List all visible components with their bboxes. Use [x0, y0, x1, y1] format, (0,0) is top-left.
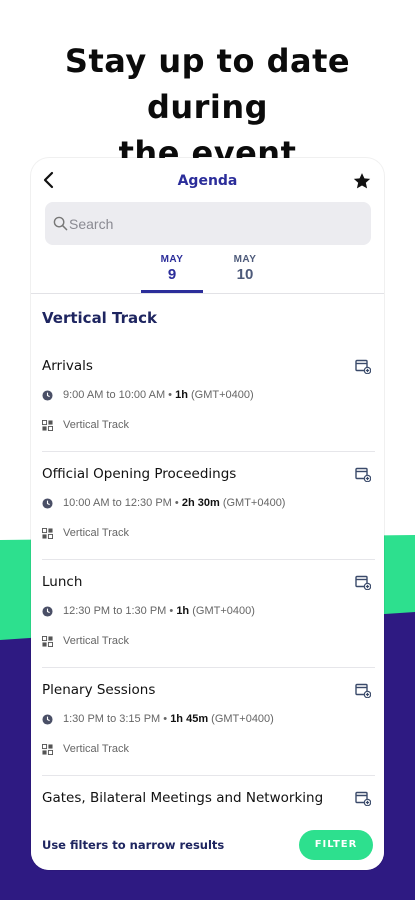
search-input[interactable]: [69, 202, 359, 245]
add-to-calendar-icon[interactable]: [355, 358, 371, 374]
time-range: 12:30 PM to 1:30 PM: [63, 605, 167, 617]
track-text: Vertical Track: [63, 743, 130, 755]
session-title: Official Opening Proceedings: [42, 466, 237, 482]
filter-button[interactable]: FILTER: [299, 830, 373, 860]
tab-may-9[interactable]: MAY 9: [141, 254, 203, 283]
time-range: 1:30 PM to 3:15 PM: [63, 713, 161, 725]
divider: [42, 451, 375, 452]
tab-month: MAY: [233, 254, 257, 265]
search-bar[interactable]: [45, 202, 371, 245]
add-to-calendar-icon[interactable]: [355, 466, 371, 482]
date-tabs: MAY 9 MAY 10: [31, 254, 384, 294]
session-title: Gates, Bilateral Meetings and Networking: [42, 790, 324, 806]
tab-month: MAY: [160, 254, 184, 265]
time-range: 10:00 AM to 12:30 PM: [63, 497, 172, 509]
add-to-calendar-icon[interactable]: [355, 574, 371, 590]
clock-icon: [42, 606, 53, 617]
track-text: Vertical Track: [63, 419, 130, 431]
clock-icon: [42, 498, 53, 509]
add-to-calendar-icon[interactable]: [355, 682, 371, 698]
time-text: 1:30 PM to 3:15 PM • 1h 45m (GMT+0400): [63, 713, 274, 725]
track-text: Vertical Track: [63, 635, 130, 647]
session-title: Arrivals: [42, 358, 93, 374]
timezone: (GMT+0400): [211, 713, 274, 725]
tab-day: 9: [167, 266, 177, 283]
duration: 1h 45m: [170, 713, 209, 725]
clock-icon: [42, 714, 53, 725]
top-bar: Agenda: [31, 158, 384, 202]
time-text: 9:00 AM to 10:00 AM • 1h (GMT+0400): [63, 389, 254, 401]
time-text: 10:00 AM to 12:30 PM • 2h 30m (GMT+0400): [63, 497, 286, 509]
session-item[interactable]: Official Opening Proceedings 10:00 AM to…: [42, 466, 375, 574]
divider: [42, 775, 375, 776]
section-title: Vertical Track: [42, 309, 158, 327]
duration: 1h: [175, 389, 188, 401]
divider: [42, 667, 375, 668]
duration: 2h 30m: [181, 497, 220, 509]
track-text: Vertical Track: [63, 527, 130, 539]
room-icon: [42, 744, 53, 755]
headline-line-1: Stay up to date during: [64, 42, 351, 126]
session-title: Plenary Sessions: [42, 682, 156, 698]
time-range: 9:00 AM to 10:00 AM: [63, 389, 166, 401]
duration: 1h: [176, 605, 190, 617]
room-icon: [42, 636, 53, 647]
phone-screen: Agenda MAY 9 MAY 10 Vertical Track Arriv…: [31, 158, 384, 870]
session-title: Lunch: [42, 574, 83, 590]
search-icon: [53, 216, 68, 231]
tab-may-10[interactable]: MAY 10: [214, 254, 276, 283]
filter-footer: Use filters to narrow results FILTER: [31, 814, 384, 870]
timezone: (GMT+0400): [222, 497, 286, 509]
timezone: (GMT+0400): [191, 389, 254, 401]
clock-icon: [42, 390, 53, 401]
session-item[interactable]: Plenary Sessions 1:30 PM to 3:15 PM • 1h…: [42, 682, 375, 790]
filter-hint: Use filters to narrow results: [42, 838, 225, 852]
time-text: 12:30 PM to 1:30 PM • 1h (GMT+0400): [63, 605, 255, 617]
divider: [42, 559, 375, 560]
page-title: Agenda: [177, 173, 238, 189]
headline: Stay up to date during the event: [0, 38, 415, 176]
room-icon: [42, 420, 53, 431]
session-item[interactable]: Lunch 12:30 PM to 1:30 PM • 1h (GMT+0400…: [42, 574, 375, 682]
add-to-calendar-icon[interactable]: [355, 790, 371, 806]
divider: [31, 293, 384, 294]
timezone: (GMT+0400): [192, 605, 255, 617]
room-icon: [42, 528, 53, 539]
tab-day: 10: [236, 266, 254, 283]
session-item[interactable]: Arrivals 9:00 AM to 10:00 AM • 1h (GMT+0…: [42, 358, 375, 466]
star-icon[interactable]: [352, 171, 372, 191]
